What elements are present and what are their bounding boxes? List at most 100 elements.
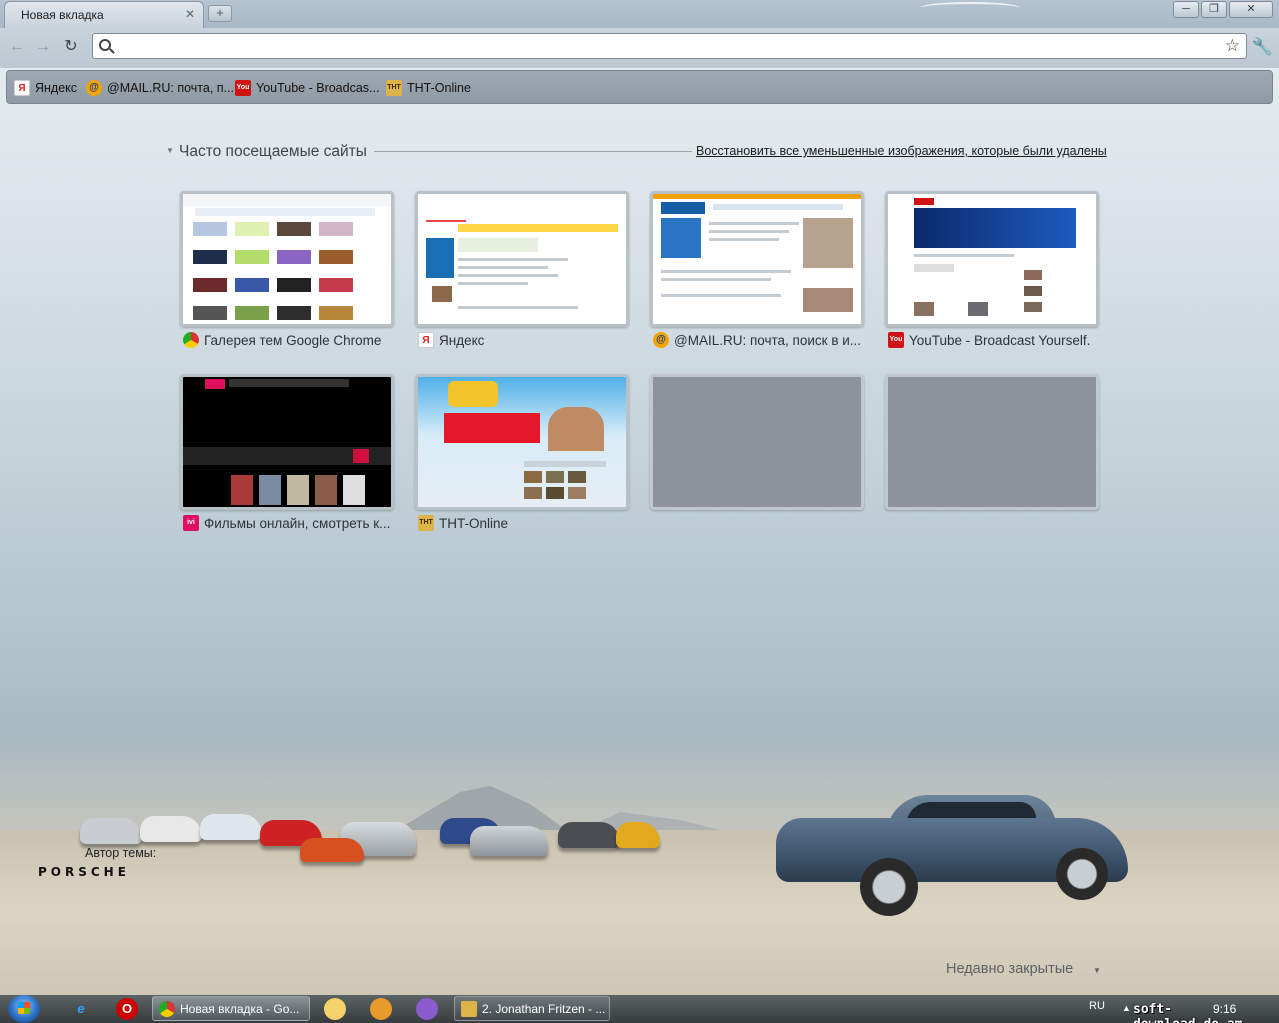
reload-icon[interactable]: ↻ [60,36,82,58]
page-play-button [353,449,369,463]
page-poster [259,475,281,505]
bookmarks-bar: Я Яндекс @ @MAIL.RU: почта, п... You You… [6,70,1273,104]
theme-preview [193,278,227,292]
porsche-logo[interactable]: PORSCHE [38,865,130,879]
background-car [80,818,142,844]
page-video-thumb [1024,270,1042,280]
page-video-thumb [524,471,542,483]
back-icon[interactable]: ← [6,36,28,58]
show-hidden-icons-icon[interactable]: ▲ [1122,1003,1131,1013]
bookmark-yandex[interactable]: Я Яндекс [14,79,77,97]
omnibox[interactable]: ☆ [92,33,1247,59]
page-text-row [661,294,781,297]
page-video-thumb [568,487,586,499]
section-collapse-arrow[interactable]: ▼ [166,146,174,155]
opera-icon[interactable]: O [116,998,138,1020]
bookmark-mailru[interactable]: @ @MAIL.RU: почта, п... [86,79,234,97]
page-video-thumb [546,487,564,499]
bookmark-tnt[interactable]: THT THT-Online [386,79,471,97]
music-player-icon [461,1000,477,1017]
bookmark-label: @MAIL.RU: почта, п... [107,81,234,95]
icq-icon[interactable] [324,998,346,1020]
background-car [140,816,202,842]
thumbnail-title: Яндекс [439,332,485,348]
taskbar-chrome-window[interactable]: Новая вкладка - Go... [152,996,310,1021]
mailru-icon: @ [653,332,669,348]
thumbnail-label-yandex[interactable]: Я Яндекс [418,331,638,349]
torrent-client-icon[interactable] [416,998,438,1020]
bookmark-label: THT-Online [407,81,471,95]
thumbnail-label-chrome-gallery[interactable]: Галерея тем Google Chrome [183,331,403,349]
media-player-icon[interactable] [370,998,392,1020]
chevron-down-icon[interactable]: ▼ [1093,966,1101,975]
page-text-row [661,278,771,281]
taskbar-music-player-window[interactable]: 2. Jonathan Fritzen - ... [454,996,610,1021]
tab-title: Новая вкладка [21,8,104,22]
thumbnail-title: Фильмы онлайн, смотреть к... [204,515,391,531]
page-search-bar [458,224,618,232]
internet-explorer-icon[interactable]: e [70,998,92,1020]
page-text-row [458,258,568,261]
thumbnail-empty-slot [885,374,1099,510]
wrench-menu-icon[interactable]: 🔧 [1252,36,1273,58]
language-indicator[interactable]: RU [1089,1000,1105,1012]
background-car [300,838,364,862]
thumbnail-label-mailru[interactable]: @ @MAIL.RU: почта, поиск в и... [653,331,873,349]
theme-preview [193,222,227,236]
thumbnail-tnt[interactable] [415,374,629,510]
page-text-row [458,282,528,285]
page-nav [229,379,349,387]
background-car [558,822,620,848]
windows-logo-icon [18,1002,30,1014]
tab-new-tab[interactable]: Новая вкладка ✕ [4,1,204,28]
page-poster [343,475,365,505]
page-video-thumb [1024,302,1042,312]
start-button[interactable] [8,995,40,1023]
search-icon [99,39,111,51]
close-window-button[interactable]: ✕ [1229,1,1273,18]
thumbnail-label-youtube[interactable]: You YouTube - Broadcast Yourself. [888,331,1108,349]
thumbnail-chrome-gallery[interactable] [180,191,394,327]
page-logo [661,202,705,214]
page-login-box [661,218,701,258]
page-text-row [709,222,799,225]
page-text-row [661,270,791,273]
bookmark-star-icon[interactable]: ☆ [1225,36,1240,56]
taskbar-button-label: Новая вкладка - Go... [180,1001,300,1016]
yandex-icon: Я [418,332,434,348]
minimize-button[interactable]: ─ [1173,1,1199,18]
thumbnail-title: THT-Online [439,515,509,531]
forward-icon[interactable]: → [32,36,54,58]
maximize-button[interactable]: ❐ [1201,1,1227,18]
background-porsche-car [776,790,1128,916]
page-logo [426,202,466,222]
thumbnail-mailru[interactable] [650,191,864,327]
recently-closed-menu[interactable]: Недавно закрытые [946,961,1073,977]
page-text-row [709,230,789,233]
theme-preview [235,222,269,236]
page-logo [205,379,225,389]
page-text-row [458,274,558,277]
theme-preview [277,250,311,264]
page-banner [458,238,538,252]
thumbnail-yandex[interactable] [415,191,629,327]
thumbnail-label-tnt[interactable]: THT THT-Online [418,514,638,532]
address-input[interactable] [119,37,1219,55]
restore-thumbnails-link[interactable]: Восстановить все уменьшенные изображения… [696,144,1107,158]
thumbnail-ivi[interactable] [180,374,394,510]
thumbnail-youtube[interactable] [885,191,1099,327]
page-poster [231,475,253,505]
theme-preview [235,306,269,320]
ivi-icon: ivi [183,515,199,531]
tab-close-icon[interactable]: ✕ [185,7,195,21]
mailru-icon: @ [86,80,102,96]
page-heading [524,461,606,467]
new-tab-button[interactable]: + [208,5,232,22]
tnt-icon: THT [418,515,434,531]
page-search-bar [713,204,843,210]
theme-preview [235,278,269,292]
page-button [914,264,954,272]
thumbnail-label-ivi[interactable]: ivi Фильмы онлайн, смотреть к... [183,514,403,532]
bookmark-youtube[interactable]: You YouTube - Broadcas... [235,79,379,97]
thumbnail-title: YouTube - Broadcast Yourself. [909,332,1091,348]
